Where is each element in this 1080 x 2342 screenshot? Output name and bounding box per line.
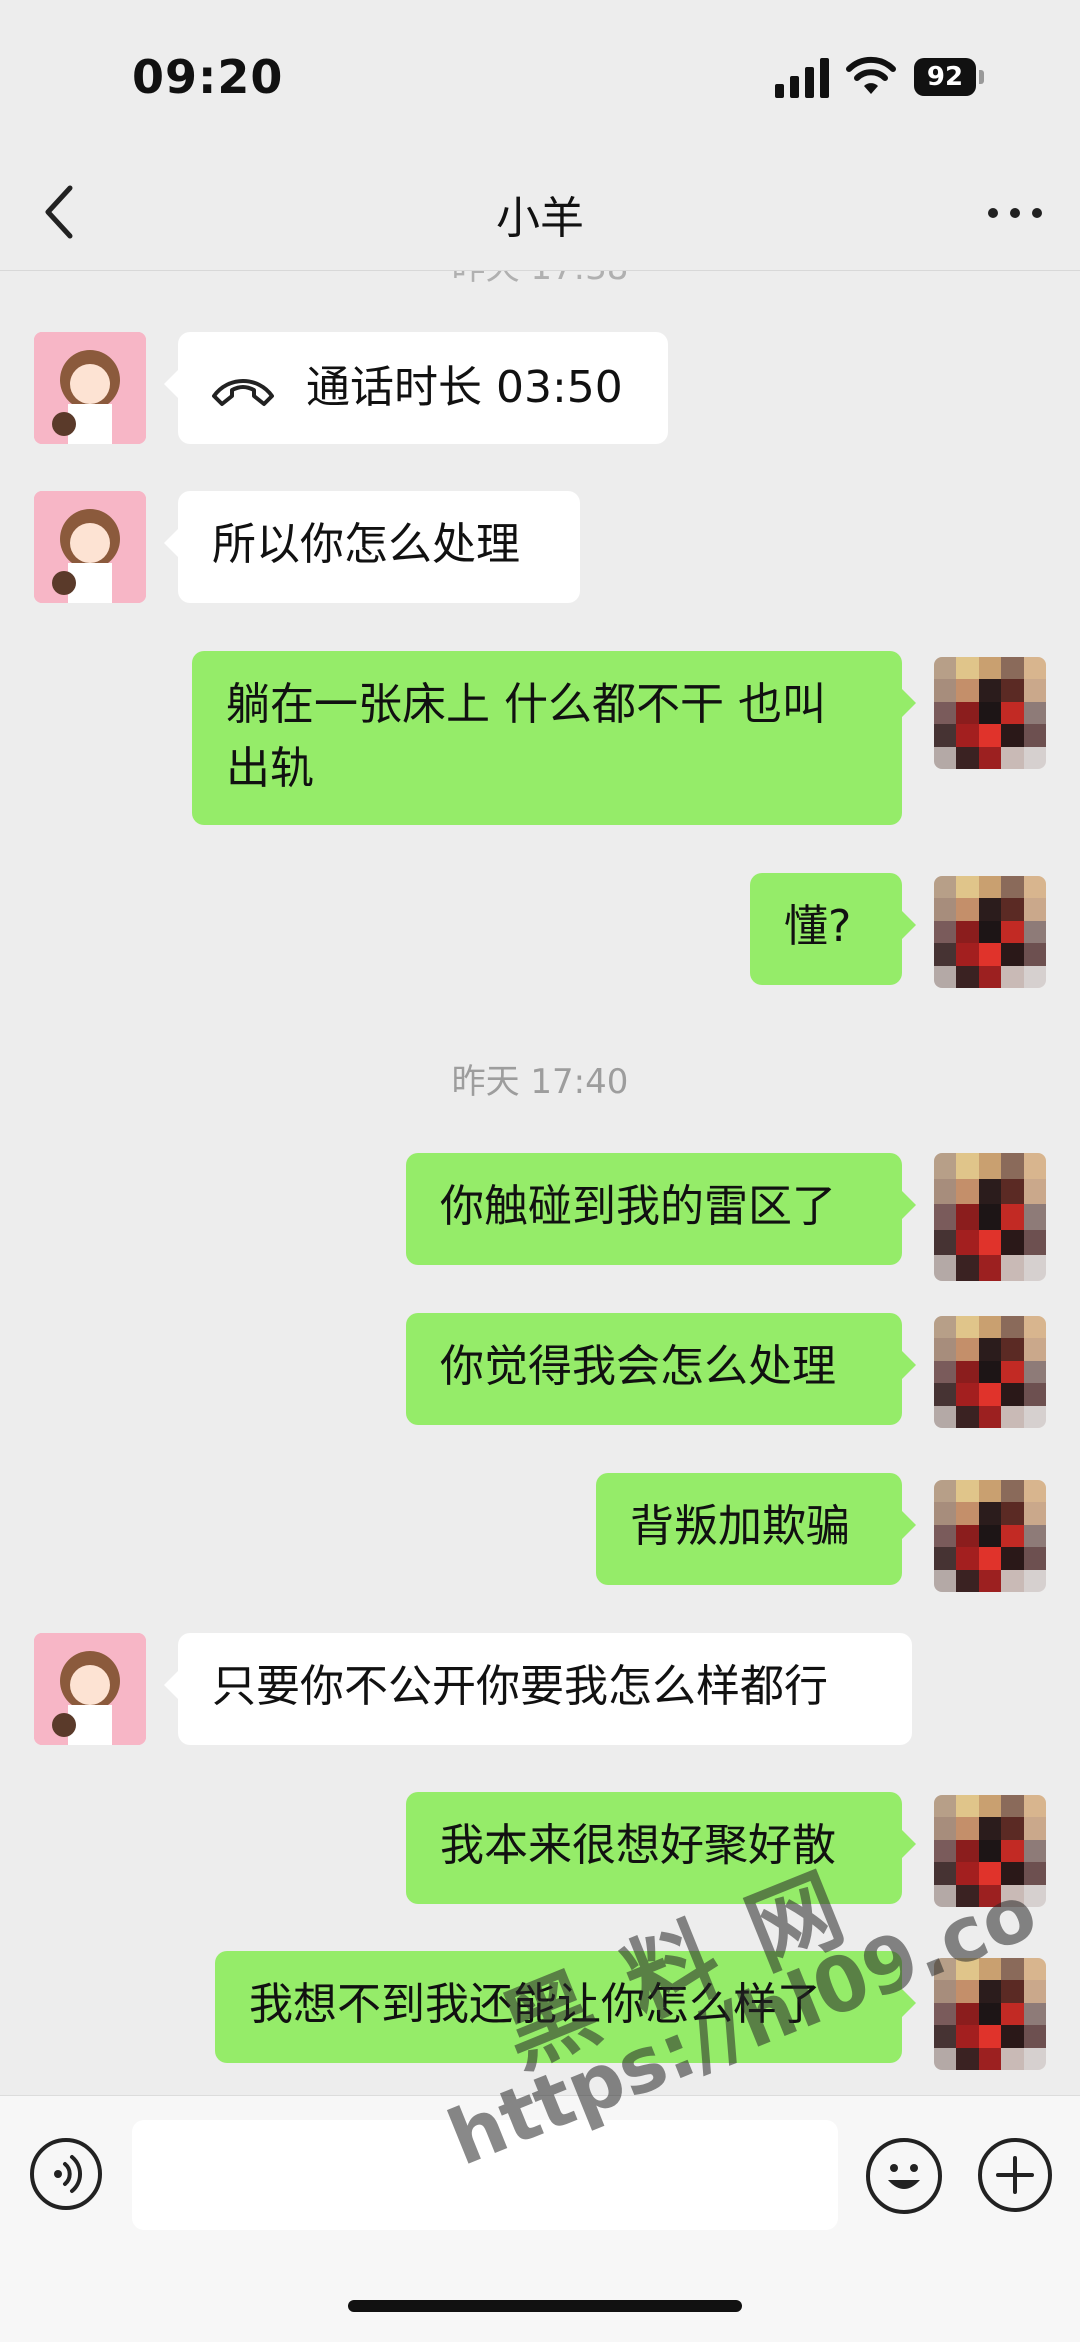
message-text: 我想不到我还能让你怎么样了: [249, 1979, 821, 2030]
message-bubble[interactable]: 我本来很想好聚好散: [406, 1792, 916, 1904]
voice-input-button[interactable]: [30, 2138, 102, 2210]
message-text: 懂?: [784, 901, 852, 952]
message-bubble[interactable]: 躺在一张床上 什么都不干 也叫 出轨: [192, 651, 916, 825]
message-text: 你触碰到我的雷区了: [440, 1181, 836, 1232]
message-bubble[interactable]: 所以你怎么处理: [164, 491, 580, 603]
my-avatar[interactable]: [934, 1480, 1046, 1592]
my-avatar[interactable]: [934, 1958, 1046, 2070]
chat-header: 小羊: [0, 160, 1080, 271]
contact-avatar[interactable]: [34, 332, 146, 444]
message-text: 只要你不公开你要我怎么样都行: [212, 1661, 828, 1712]
chat-title: 小羊: [496, 193, 584, 244]
my-avatar[interactable]: [934, 657, 1046, 769]
message-text-line: 出轨: [226, 743, 314, 794]
message-text: 所以你怎么处理: [212, 519, 520, 570]
cellular-signal-icon: [775, 58, 829, 98]
message-bubble[interactable]: 你觉得我会怎么处理: [406, 1313, 916, 1425]
call-duration-text: 通话时长 03:50: [306, 362, 623, 413]
message-input[interactable]: [132, 2120, 838, 2230]
wifi-icon: [846, 56, 896, 94]
message-bubble[interactable]: 你触碰到我的雷区了: [406, 1153, 916, 1265]
message-text-line: 躺在一张床上 什么都不干 也叫: [226, 679, 826, 730]
message-text: 你觉得我会怎么处理: [440, 1341, 836, 1392]
message-bubble[interactable]: 我想不到我还能让你怎么样了: [215, 1951, 916, 2063]
my-avatar[interactable]: [934, 1795, 1046, 1907]
status-time: 09:20: [132, 50, 284, 104]
voice-icon: [54, 2155, 83, 2193]
message-text: 我本来很想好聚好散: [440, 1820, 836, 1871]
time-divider: 昨天 17:40: [451, 1062, 629, 1102]
phone-hangup-icon: [212, 379, 274, 406]
my-avatar[interactable]: [934, 1153, 1046, 1281]
my-avatar[interactable]: [934, 1316, 1046, 1428]
message-bubble[interactable]: 背叛加欺骗: [596, 1473, 916, 1585]
call-record-bubble[interactable]: 通话时长 03:50: [164, 332, 668, 444]
emoji-icon: [888, 2164, 920, 2189]
battery-level: 92: [914, 58, 976, 96]
battery-icon: 92: [914, 58, 984, 96]
message-bubble[interactable]: 懂?: [750, 873, 916, 985]
contact-avatar[interactable]: [34, 1633, 146, 1745]
plus-icon: [996, 2156, 1034, 2194]
contact-avatar[interactable]: [34, 491, 146, 603]
home-indicator[interactable]: [348, 2300, 742, 2312]
my-avatar[interactable]: [934, 876, 1046, 988]
more-actions-button[interactable]: [978, 2138, 1052, 2212]
emoji-button[interactable]: [866, 2138, 942, 2214]
message-text: 背叛加欺骗: [630, 1501, 850, 1552]
status-bar: 09:20 92: [0, 0, 1080, 160]
more-options-icon[interactable]: [988, 198, 1044, 228]
message-bubble[interactable]: 只要你不公开你要我怎么样都行: [164, 1633, 912, 1745]
